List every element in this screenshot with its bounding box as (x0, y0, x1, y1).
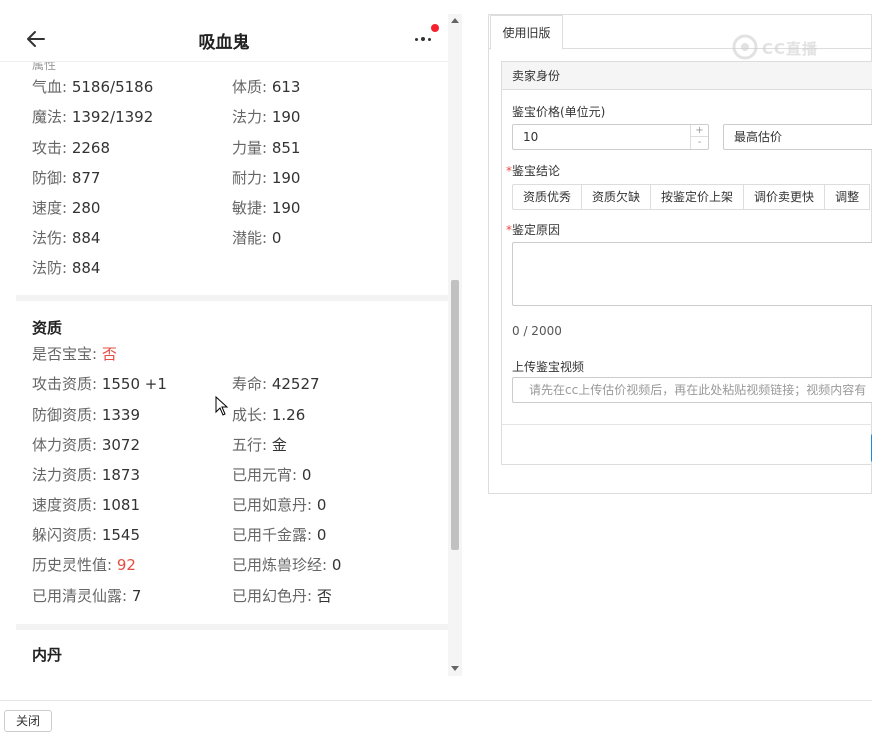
conclusion-option-adjust-sell-faster[interactable]: 调价卖更快 (743, 184, 826, 210)
scrollbar-thumb[interactable] (451, 280, 459, 550)
more-menu-icon[interactable] (412, 22, 442, 46)
detail-scroll-area[interactable]: 属性 气血: 5186/5186 体质: 613 魔法: 1392/1392 法… (0, 62, 448, 700)
stat-magic-defense: 法防: 884 (32, 259, 101, 277)
reason-label: *鉴定原因 (506, 223, 561, 237)
stat-mp: 魔法: 1392/1392 (32, 108, 154, 126)
conclusion-option-adjust[interactable]: 调整 (824, 184, 871, 210)
price-input[interactable]: 10 + - (512, 124, 709, 150)
apt-ruyidan: 已用如意丹: 0 (232, 496, 327, 514)
apt-color-pill: 已用幻色丹: 否 (232, 587, 332, 605)
apt-dodge: 躲闪资质: 1545 (32, 526, 141, 544)
section-title-aptitude: 资质 (32, 319, 63, 337)
watermark-text: CC直播 (762, 40, 819, 58)
stat-magic-damage: 法伤: 884 (32, 229, 101, 247)
conclusion-option-excellent[interactable]: 资质优秀 (512, 184, 583, 210)
conclusion-option-list-at-price[interactable]: 按鉴定价上架 (650, 184, 745, 210)
video-link-input[interactable]: 请先在cc上传估价视频后，再在此处粘贴视频链接；视频内容有 (512, 377, 872, 403)
apt-qianjinlu: 已用千金露: 0 (232, 526, 327, 544)
apt-beast-manual: 已用炼兽珍经: 0 (232, 556, 342, 574)
conclusion-option-lacking[interactable]: 资质欠缺 (581, 184, 652, 210)
is-baby-row: 是否宝宝: 否 (32, 345, 117, 363)
section-title-neidan: 内丹 (32, 646, 63, 664)
stat-attack: 攻击: 2268 (32, 139, 111, 157)
pet-name-title: 吸血鬼 (198, 33, 250, 53)
decrement-icon[interactable]: - (691, 137, 708, 149)
cc-logo-icon (732, 34, 758, 60)
tab-use-old-version[interactable]: 使用旧版 (490, 15, 563, 50)
price-stepper[interactable]: + - (690, 125, 708, 149)
section-title-attributes: 属性 (32, 62, 57, 72)
apt-lifespan: 寿命: 42527 (232, 375, 320, 393)
cc-live-watermark: CC直播 (732, 34, 852, 60)
stat-endurance: 耐力: 190 (232, 169, 301, 187)
form-divider (502, 424, 872, 425)
mouse-cursor-icon (215, 396, 229, 416)
appraisal-panel: 使用旧版 卖家身份 鉴宝价格(单位元) 10 + - 最高估价 *鉴宝结论 资质… (488, 14, 872, 494)
scroll-up-arrow-icon[interactable] (451, 18, 459, 23)
detail-header: 吸血鬼 (0, 0, 448, 62)
apt-qingling-dew: 已用清灵仙露: 7 (32, 587, 142, 605)
stat-defense: 防御: 877 (32, 169, 101, 187)
apt-yuanxiao: 已用元宵: 0 (232, 466, 312, 484)
apt-element: 五行: 金 (232, 436, 287, 454)
char-count: 0 / 2000 (512, 324, 562, 338)
stat-magic: 法力: 190 (232, 108, 301, 126)
increment-icon[interactable]: + (691, 125, 708, 137)
estimate-select[interactable]: 最高估价 (723, 124, 872, 150)
stat-agility: 敏捷: 190 (232, 199, 301, 217)
apt-growth: 成长: 1.26 (232, 406, 306, 424)
conclusion-options: 资质优秀 资质欠缺 按鉴定价上架 调价卖更快 调整 (512, 184, 871, 210)
apt-speed: 速度资质: 1081 (32, 496, 141, 514)
appraisal-form: 卖家身份 鉴宝价格(单位元) 10 + - 最高估价 *鉴宝结论 资质优秀 资质… (501, 61, 872, 465)
reason-textarea[interactable] (512, 242, 872, 306)
stat-speed: 速度: 280 (32, 199, 101, 217)
apt-defense: 防御资质: 1339 (32, 406, 141, 424)
seller-identity-header: 卖家身份 (502, 62, 872, 90)
apt-attack: 攻击资质: 1550 +1 (32, 375, 167, 393)
stat-hp: 气血: 5186/5186 (32, 78, 154, 96)
stat-constitution: 体质: 613 (232, 78, 301, 96)
close-button[interactable]: 关闭 (4, 710, 52, 732)
vertical-scrollbar[interactable] (448, 14, 462, 676)
stat-potential: 潜能: 0 (232, 229, 282, 247)
conclusion-label: *鉴宝结论 (506, 164, 561, 178)
section-divider (16, 624, 448, 630)
pet-detail-panel: 吸血鬼 属性 气血: 5186/5186 体质: 613 魔法: 1392/13… (0, 0, 462, 700)
section-divider (16, 295, 448, 301)
apt-stamina: 体力资质: 3072 (32, 436, 141, 454)
price-label: 鉴宝价格(单位元) (512, 105, 606, 119)
scroll-down-arrow-icon[interactable] (451, 666, 459, 671)
apt-magic: 法力资质: 1873 (32, 466, 141, 484)
notification-dot (431, 24, 439, 32)
apt-spirit-history: 历史灵性值: 92 (32, 556, 136, 574)
bottom-bar: 关闭 (0, 700, 872, 732)
video-label: 上传鉴宝视频 (512, 360, 585, 374)
stat-strength: 力量: 851 (232, 139, 301, 157)
